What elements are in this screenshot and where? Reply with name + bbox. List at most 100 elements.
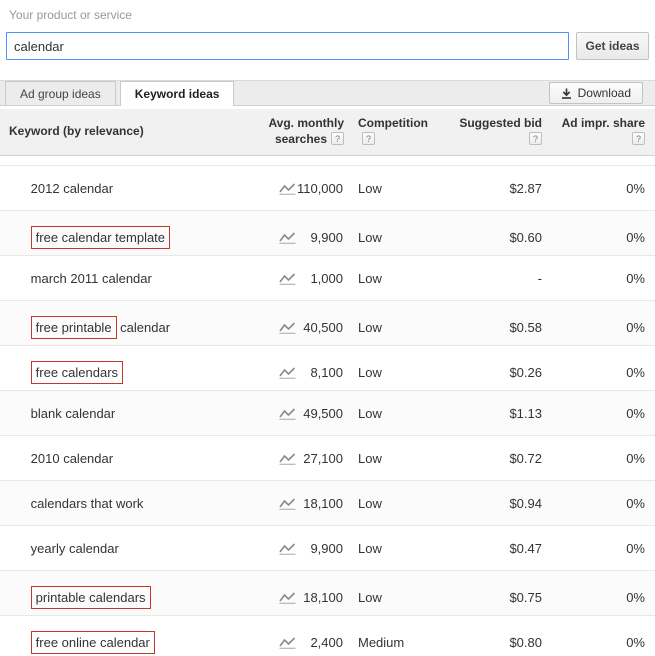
table-row[interactable]: free calendars 8,100 Low $0.26 0%	[0, 346, 655, 391]
ad-impr-share-cell: 0%	[626, 181, 645, 196]
header-competition[interactable]: Competition?	[350, 116, 450, 147]
search-row: Get ideas	[6, 32, 649, 60]
suggested-bid-cell: $1.13	[509, 406, 542, 421]
tab-bar: Ad group ideas Keyword ideas Download	[0, 80, 655, 106]
competition-cell: Low	[358, 541, 382, 556]
trend-chart-icon[interactable]	[279, 366, 296, 379]
trend-chart-icon[interactable]	[279, 321, 296, 334]
suggested-bid-cell: $0.58	[509, 320, 542, 335]
header-suggested-bid[interactable]: Suggested bid ?	[450, 116, 550, 147]
avg-monthly-searches-cell: 27,100	[255, 451, 350, 466]
suggested-bid-cell: -	[537, 271, 542, 286]
help-icon[interactable]: ?	[529, 132, 542, 145]
searches-value: 1,000	[310, 271, 343, 286]
get-ideas-button[interactable]: Get ideas	[576, 32, 649, 60]
competition-cell: Low	[358, 451, 382, 466]
table-row[interactable]: free printable calendar 40,500 Low $0.58…	[0, 301, 655, 346]
ad-impr-share-cell: 0%	[626, 230, 645, 245]
keyword-cell: blank calendar	[0, 391, 255, 436]
table-row[interactable]: 2010 calendar 27,100 Low $0.72 0%	[0, 436, 655, 481]
avg-monthly-searches-cell: 8,100	[255, 365, 350, 380]
product-service-input[interactable]	[6, 32, 569, 60]
download-icon	[561, 88, 572, 99]
table-row[interactable]: yearly calendar 9,900 Low $0.47 0%	[0, 526, 655, 571]
header-keyword[interactable]: Keyword (by relevance)	[0, 124, 255, 140]
suggested-bid-cell: $2.87	[509, 181, 542, 196]
keyword-text: 2012 calendar	[30, 181, 114, 196]
searches-value: 9,900	[310, 541, 343, 556]
avg-monthly-searches-cell: 18,100	[255, 590, 350, 605]
ad-impr-share-cell: 0%	[626, 365, 645, 380]
trend-chart-icon[interactable]	[279, 591, 296, 604]
keyword-cell: calendars that work	[0, 481, 255, 526]
keyword-highlight-box: free calendars	[30, 361, 124, 384]
trend-chart-icon[interactable]	[279, 407, 296, 420]
avg-monthly-searches-cell: 110,000	[255, 181, 350, 196]
trend-chart-icon[interactable]	[279, 497, 296, 510]
trend-chart-icon[interactable]	[279, 542, 296, 555]
trend-chart-icon[interactable]	[279, 452, 296, 465]
competition-cell: Medium	[358, 635, 405, 650]
trend-chart-icon[interactable]	[279, 272, 296, 285]
trend-chart-icon[interactable]	[279, 231, 296, 244]
keyword-text: calendars that work	[30, 496, 144, 511]
keyword-highlight-box: printable calendars	[30, 586, 151, 609]
ad-impr-share-cell: 0%	[626, 496, 645, 511]
searches-value: 18,100	[303, 590, 343, 605]
table-row[interactable]: calendars that work 18,100 Low $0.94 0%	[0, 481, 655, 526]
avg-monthly-searches-cell: 49,500	[255, 406, 350, 421]
table-row[interactable]: 2012 calendar 110,000 Low $2.87 0%	[0, 166, 655, 211]
keyword-text: calendar	[116, 320, 171, 335]
header-avg-monthly-searches[interactable]: Avg. monthly searches?	[255, 116, 350, 147]
keyword-cell: march 2011 calendar	[0, 256, 255, 301]
table-row[interactable]: blank calendar 49,500 Low $1.13 0%	[0, 391, 655, 436]
competition-cell: Low	[358, 230, 382, 245]
competition-cell: Low	[358, 365, 382, 380]
searches-value: 18,100	[303, 496, 343, 511]
help-icon[interactable]: ?	[362, 132, 375, 145]
keyword-text: 2010 calendar	[30, 451, 114, 466]
tab-ad-group-ideas[interactable]: Ad group ideas	[5, 81, 116, 105]
keyword-highlight-box: free online calendar	[30, 631, 155, 654]
ad-impr-share-cell: 0%	[626, 451, 645, 466]
suggested-bid-cell: $0.94	[509, 496, 542, 511]
table-row[interactable]: free online calendar 2,400 Medium $0.80 …	[0, 616, 655, 656]
trend-chart-icon[interactable]	[279, 182, 296, 195]
table-row[interactable]: free calendar template 9,900 Low $0.60 0…	[0, 211, 655, 256]
download-button[interactable]: Download	[548, 82, 643, 104]
keyword-planner: Your product or service Get ideas Ad gro…	[0, 0, 655, 656]
table-row[interactable]: printable calendars 18,100 Low $0.75 0%	[0, 571, 655, 616]
avg-monthly-searches-cell: 18,100	[255, 496, 350, 511]
header-impr-label: Ad impr. share	[561, 116, 645, 131]
searches-value: 40,500	[303, 320, 343, 335]
keyword-text: blank calendar	[30, 406, 116, 421]
avg-monthly-searches-cell: 9,900	[255, 541, 350, 556]
ad-impr-share-cell: 0%	[626, 271, 645, 286]
table-body: 2012 calendar 110,000 Low $2.87 0% free …	[0, 156, 655, 656]
searches-value: 110,000	[296, 181, 343, 196]
header-searches-line1: Avg. monthly	[268, 116, 344, 131]
searches-value: 9,900	[310, 230, 343, 245]
search-section: Your product or service Get ideas	[0, 0, 655, 60]
tab-keyword-ideas[interactable]: Keyword ideas	[119, 81, 235, 106]
competition-cell: Low	[358, 271, 382, 286]
ad-impr-share-cell: 0%	[626, 320, 645, 335]
avg-monthly-searches-cell: 1,000	[255, 271, 350, 286]
trend-chart-icon[interactable]	[279, 636, 296, 649]
ad-impr-share-cell: 0%	[626, 541, 645, 556]
ad-impr-share-cell: 0%	[626, 590, 645, 605]
table-row[interactable]: march 2011 calendar 1,000 Low - 0%	[0, 256, 655, 301]
keyword-cell: 2012 calendar	[0, 166, 255, 211]
keyword-text: yearly calendar	[30, 541, 119, 556]
help-icon[interactable]: ?	[632, 132, 645, 145]
help-icon[interactable]: ?	[331, 132, 344, 145]
header-ad-impr-share[interactable]: Ad impr. share ?	[550, 116, 655, 147]
keyword-cell: free online calendar	[0, 616, 255, 656]
competition-cell: Low	[358, 590, 382, 605]
competition-cell: Low	[358, 406, 382, 421]
keyword-cell: yearly calendar	[0, 526, 255, 571]
partial-row	[0, 156, 655, 166]
header-competition-label: Competition	[358, 116, 428, 131]
header-bid-label: Suggested bid	[459, 116, 542, 131]
searches-value: 27,100	[303, 451, 343, 466]
